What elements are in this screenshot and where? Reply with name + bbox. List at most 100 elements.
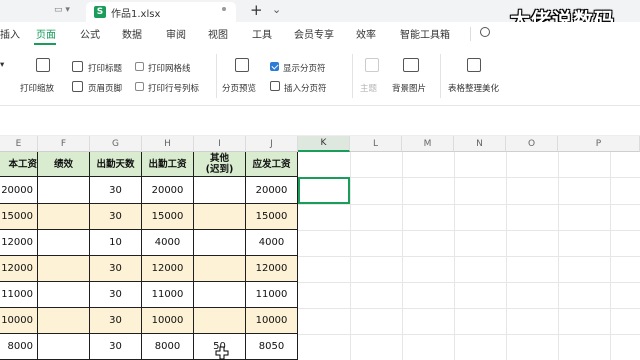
column-header[interactable]: F [38, 136, 90, 152]
table-cell[interactable] [194, 308, 246, 334]
insert-pagebreak-button[interactable]: 插入分页符 [284, 82, 327, 94]
table-cell[interactable]: 4000 [246, 230, 298, 256]
print-title-icon [72, 61, 83, 72]
column-header[interactable]: L [350, 136, 402, 152]
show-pagebreak-checkbox[interactable] [270, 62, 279, 71]
header-performance[interactable]: 绩效 [38, 152, 90, 177]
ribbon: ▾ 打印缩放 打印标题 页眉页脚 打印网格线 打印行号列标 分页预览 显示分页符… [0, 46, 640, 106]
table-cell[interactable]: 12000 [142, 256, 194, 282]
table-beautify-button[interactable]: 表格整理美化 [448, 82, 499, 94]
header-base-salary[interactable]: 本工资 [0, 152, 38, 177]
table-cell[interactable] [194, 230, 246, 256]
menu-efficiency[interactable]: 效率 [356, 26, 376, 41]
table-cell[interactable] [194, 282, 246, 308]
print-scale-label-cut: ▾ [0, 60, 5, 70]
table-cell[interactable] [38, 230, 90, 256]
table-cell[interactable]: 8050 [246, 334, 298, 360]
spreadsheet-icon: S [94, 6, 106, 18]
header-attendance-pay[interactable]: 出勤工资 [142, 152, 194, 177]
table-cell[interactable]: 10 [90, 230, 142, 256]
print-scale-button[interactable]: 打印缩放 [20, 82, 54, 94]
table-cell[interactable] [38, 308, 90, 334]
formula-bar[interactable] [0, 106, 640, 136]
table-cell[interactable]: 11000 [142, 282, 194, 308]
column-header[interactable]: N [454, 136, 506, 152]
table-cell[interactable]: 20000 [142, 177, 194, 204]
table-cell[interactable]: 30 [90, 177, 142, 204]
menu-page[interactable]: 页面 [36, 26, 56, 41]
header-attendance-days[interactable]: 出勤天数 [90, 152, 142, 177]
table-cell[interactable] [194, 204, 246, 230]
menu-review[interactable]: 审阅 [166, 26, 186, 41]
show-pagebreak-label: 显示分页符 [283, 64, 326, 74]
table-cell[interactable] [38, 177, 90, 204]
header-footer-button[interactable]: 页眉页脚 [88, 82, 122, 94]
header-other-late[interactable]: 其他 (迟到) [194, 152, 246, 177]
table-cell[interactable]: 11000 [0, 282, 38, 308]
table-cell[interactable]: 15000 [246, 204, 298, 230]
column-header-selected[interactable]: K [298, 136, 350, 152]
table-cell[interactable] [38, 282, 90, 308]
table-cell[interactable]: 15000 [0, 204, 38, 230]
background-image-button[interactable]: 背景图片 [392, 82, 426, 94]
grid-line [298, 334, 640, 335]
menu-tools[interactable]: 工具 [252, 26, 272, 41]
header-payable-salary[interactable]: 应发工资 [246, 152, 298, 177]
table-cell[interactable]: 12000 [0, 256, 38, 282]
print-scale-icon[interactable] [36, 58, 50, 72]
spreadsheet-grid[interactable]: E F G H I J K L M N O P 本工资 绩效 出勤天数 出勤工资… [0, 136, 640, 360]
column-header[interactable]: J [246, 136, 298, 152]
table-cell[interactable]: 12000 [0, 230, 38, 256]
table-cell[interactable]: 8000 [0, 334, 38, 360]
menu-view[interactable]: 视图 [208, 26, 228, 41]
column-header[interactable]: I [194, 136, 246, 152]
table-cell[interactable]: 30 [90, 204, 142, 230]
document-tab[interactable]: S 作品1.xlsx [86, 2, 236, 22]
column-header[interactable]: E [0, 136, 38, 152]
table-cell[interactable]: 30 [90, 334, 142, 360]
column-header[interactable]: G [90, 136, 142, 152]
table-cell[interactable]: 4000 [142, 230, 194, 256]
table-beautify-icon[interactable] [467, 58, 481, 72]
menu-formula[interactable]: 公式 [80, 26, 100, 41]
print-gridlines-checkbox[interactable] [135, 62, 144, 71]
table-cell[interactable]: 30 [90, 256, 142, 282]
column-header[interactable]: P [558, 136, 640, 152]
menu-member[interactable]: 会员专享 [294, 26, 334, 41]
table-cell[interactable]: 30 [90, 282, 142, 308]
table-cell[interactable]: 30 [90, 308, 142, 334]
table-cell[interactable] [194, 177, 246, 204]
column-header[interactable]: H [142, 136, 194, 152]
grid-line [298, 282, 640, 283]
column-header[interactable]: O [506, 136, 558, 152]
tab-list-icon[interactable]: ⌄ [272, 3, 281, 16]
theme-button: 主题 [360, 84, 378, 94]
table-cell[interactable]: 10000 [0, 308, 38, 334]
pagebreak-preview-button[interactable]: 分页预览 [222, 82, 256, 94]
table-cell[interactable]: 10000 [142, 308, 194, 334]
background-image-icon[interactable] [403, 58, 419, 72]
table-cell[interactable]: 10000 [246, 308, 298, 334]
table-cell[interactable]: 11000 [246, 282, 298, 308]
column-header[interactable]: M [402, 136, 454, 152]
table-cell[interactable] [194, 256, 246, 282]
new-tab-button[interactable]: + [250, 1, 263, 19]
menu-ai-toolbox[interactable]: 智能工具箱 [400, 26, 450, 41]
print-rowcol-checkbox[interactable] [135, 82, 144, 91]
table-cell[interactable] [38, 204, 90, 230]
menu-insert[interactable]: 插入 [0, 26, 20, 41]
header-footer-icon [72, 81, 83, 92]
table-cell[interactable] [38, 256, 90, 282]
menu-data[interactable]: 数据 [122, 26, 142, 41]
pagebreak-preview-icon[interactable] [235, 58, 249, 72]
search-icon[interactable] [480, 27, 490, 37]
table-cell[interactable]: 12000 [246, 256, 298, 282]
table-cell[interactable]: 20000 [246, 177, 298, 204]
table-cell[interactable]: 20000 [0, 177, 38, 204]
table-cell[interactable]: 15000 [142, 204, 194, 230]
selected-cell[interactable] [298, 177, 350, 204]
table-cell[interactable] [38, 334, 90, 360]
print-title-button[interactable]: 打印标题 [88, 62, 122, 74]
tab-menu-icon[interactable] [222, 7, 226, 11]
table-cell[interactable]: 8000 [142, 334, 194, 360]
